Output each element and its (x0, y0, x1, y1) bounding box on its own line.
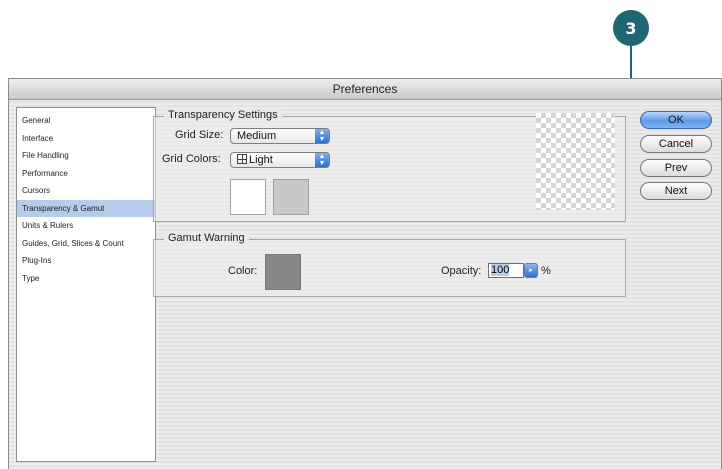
grid-size-select[interactable]: Medium ▲ ▼ (230, 128, 330, 144)
sidebar-item-guides-grid-slices[interactable]: Guides, Grid, Slices & Count (17, 235, 155, 253)
gamut-color-swatch[interactable] (265, 254, 301, 290)
sidebar-item-performance[interactable]: Performance (17, 165, 155, 183)
opacity-unit: % (541, 265, 551, 277)
grid-size-label: Grid Size: (175, 129, 224, 141)
prev-button[interactable]: Prev (640, 159, 712, 177)
grid-colors-label: Grid Colors: (162, 153, 221, 165)
sidebar-item-file-handling[interactable]: File Handling (17, 147, 155, 165)
sidebar-item-plug-ins[interactable]: Plug-Ins (17, 252, 155, 270)
grid-size-value: Medium (237, 130, 277, 142)
sidebar-item-interface[interactable]: Interface (17, 130, 155, 148)
opacity-input[interactable]: 100 (488, 263, 524, 278)
sidebar-item-type[interactable]: Type (17, 270, 155, 288)
sidebar-item-general[interactable]: General (17, 112, 155, 130)
cancel-button[interactable]: Cancel (640, 135, 712, 153)
gamut-warning-group: Gamut Warning (153, 232, 626, 297)
sidebar-item-transparency-gamut[interactable]: Transparency & Gamut (17, 199, 155, 217)
grid-colors-select[interactable]: Light ▲ ▼ (230, 152, 330, 168)
preferences-sidebar: General Interface File Handling Performa… (16, 107, 156, 462)
callout-number-badge: 3 (613, 10, 649, 46)
callout-number: 3 (625, 18, 637, 38)
opacity-slider-button[interactable]: ▸ (524, 263, 538, 278)
grid-color-swatch-2[interactable] (273, 179, 309, 215)
next-button[interactable]: Next (640, 182, 712, 200)
select-arrows-icon: ▲ ▼ (315, 153, 329, 167)
sidebar-item-cursors[interactable]: Cursors (17, 182, 155, 200)
select-arrows-icon: ▲ ▼ (315, 129, 329, 143)
transparency-preview (536, 113, 615, 210)
opacity-label: Opacity: (441, 265, 482, 277)
gamut-warning-title: Gamut Warning (164, 232, 249, 244)
grid-color-swatch-1[interactable] (230, 179, 266, 215)
grid-icon (237, 154, 247, 164)
grid-colors-value: Light (249, 154, 273, 166)
sidebar-item-units-rulers[interactable]: Units & Rulers (17, 217, 155, 235)
opacity-value: 100 (491, 264, 510, 276)
transparency-settings-title: Transparency Settings (164, 109, 282, 121)
ok-button[interactable]: OK (640, 111, 712, 129)
gamut-color-label: Color: (228, 265, 258, 277)
window-title: Preferences (9, 79, 721, 100)
